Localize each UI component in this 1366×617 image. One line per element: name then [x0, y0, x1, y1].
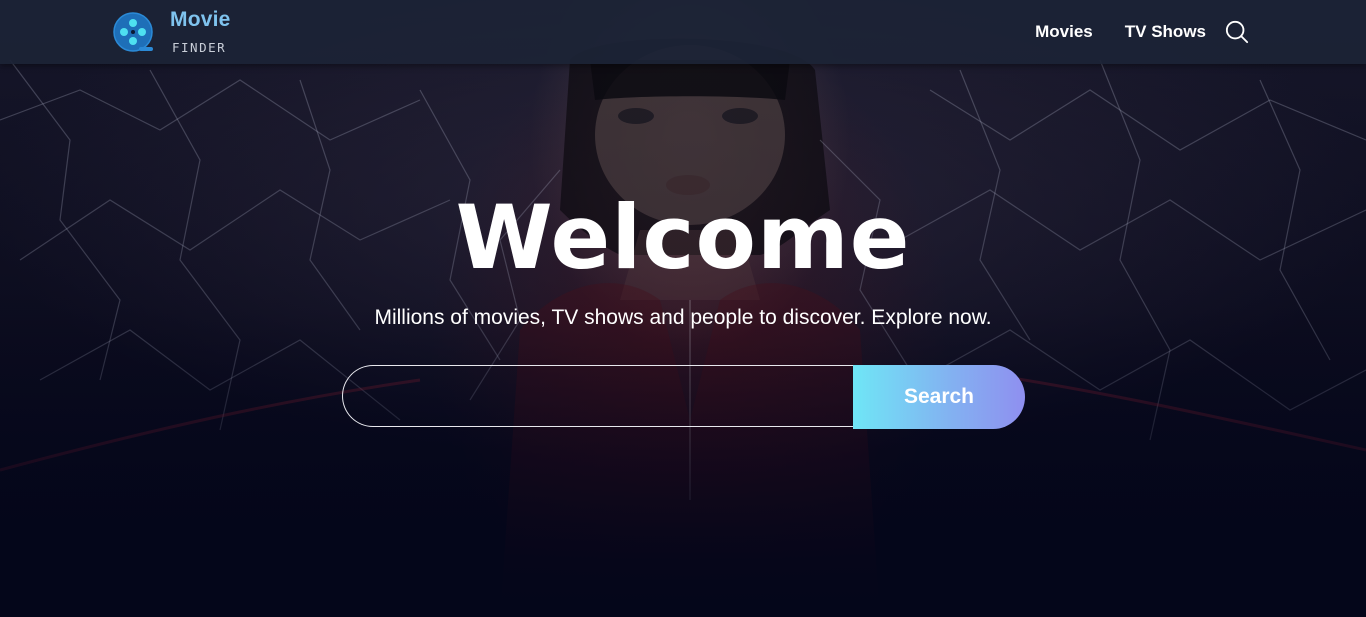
home-page: Movie FINDER Movies TV Shows Welcome Mil… — [0, 0, 1366, 617]
film-reel-icon — [113, 12, 153, 52]
hero-title: Welcome — [455, 186, 911, 289]
search-button[interactable]: Search — [853, 365, 1025, 429]
hero-subtitle: Millions of movies, TV shows and people … — [374, 306, 992, 329]
top-header: Movie FINDER Movies TV Shows — [0, 0, 1366, 64]
nav-movies-link[interactable]: Movies — [1035, 22, 1093, 42]
main-nav: Movies TV Shows — [1003, 17, 1250, 47]
search-input[interactable] — [342, 365, 854, 427]
hero-search-bar: Search — [342, 365, 1025, 429]
logo-title: Movie — [170, 8, 231, 31]
nav-tv-shows-link[interactable]: TV Shows — [1125, 22, 1206, 42]
logo-subtitle: FINDER — [172, 40, 227, 55]
search-icon[interactable] — [1224, 19, 1250, 45]
logo-link[interactable]: Movie FINDER — [113, 8, 253, 56]
